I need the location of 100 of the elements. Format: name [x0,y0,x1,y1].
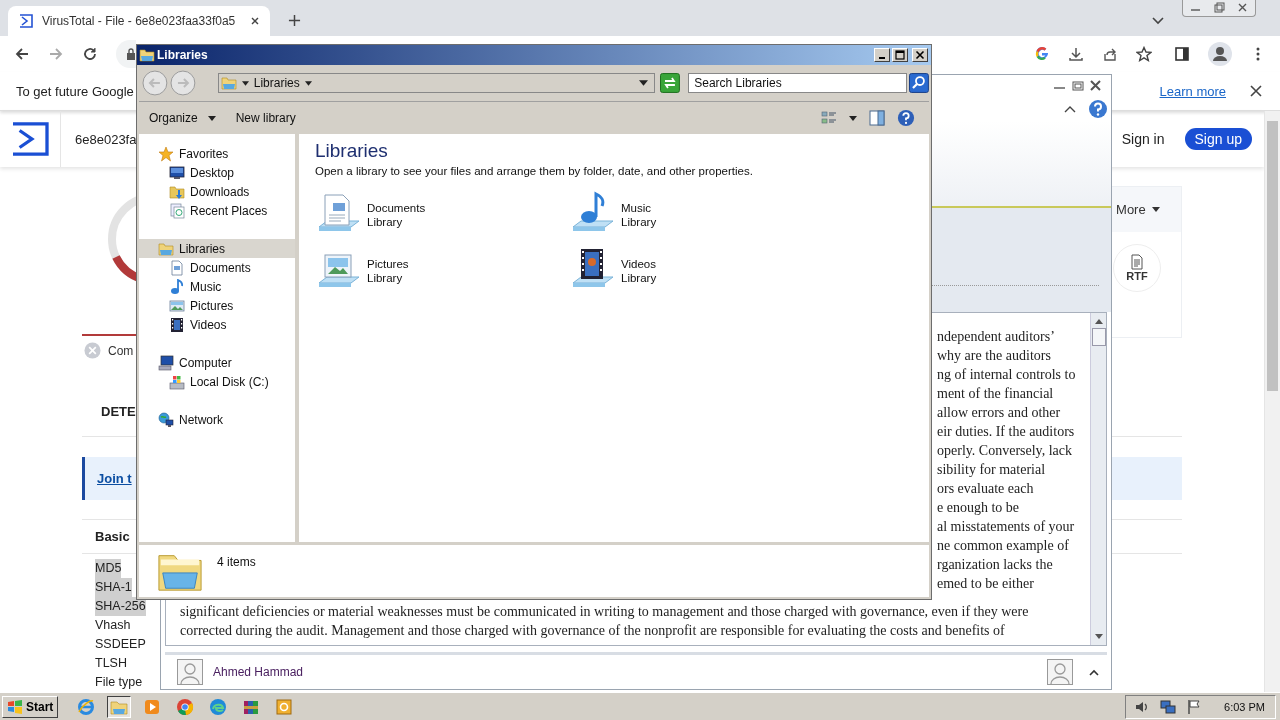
sigma-logo-icon [18,13,34,29]
document-text-line: e enough to be [937,499,1021,518]
tab-title: VirusTotal - File - 6e8e023faa33f0a5 [42,14,237,28]
document-icon [1129,254,1146,270]
window-title: Libraries [157,48,208,62]
nav-item[interactable]: Pictures [139,296,295,315]
reload-icon[interactable] [82,46,98,62]
scrollbar[interactable] [1264,111,1280,692]
close-icon[interactable] [250,16,260,26]
chevron-up-icon[interactable] [1089,668,1099,676]
library-item[interactable]: Documents Library [315,191,569,247]
caret-icon[interactable] [241,80,249,86]
nav-item[interactable]: Music [139,277,295,296]
library-item[interactable]: Pictures Library [315,247,569,303]
property-label: SHA-256 [95,597,146,616]
document-icon [169,259,185,276]
nav-item[interactable]: Videos [139,315,295,334]
nav-item[interactable]: Network [139,410,295,429]
item-count: 4 items [217,555,256,569]
author-name: Ahmed Hammad [213,665,304,680]
breadcrumb-item[interactable]: Libraries [253,76,300,90]
scroll-thumb[interactable] [1091,328,1106,347]
toolbar-button[interactable]: New library [231,109,300,127]
nav-item[interactable]: Downloads [139,182,295,201]
info-text: To get future Google [16,83,134,99]
download-icon[interactable] [1068,46,1084,62]
swirl-icon [209,697,228,716]
nav-item[interactable]: Local Disk (C:) [139,372,295,391]
document-text-line: corrected during the audit. Management and those charged with governance of the nonprofit are responsible for evaluating the costs and benefits of [180,622,1006,641]
side-panel-icon[interactable] [1174,46,1190,62]
document-text-line: rganization lacks the [937,556,1054,575]
caret-icon[interactable] [639,80,649,86]
join-link[interactable]: Join t [97,471,132,486]
file-hash: 6e8e023fa [75,131,137,147]
nav-item[interactable]: Favorites [139,144,295,163]
nav-item[interactable]: Computer [139,353,295,372]
browser-tab[interactable]: VirusTotal - File - 6e8e023faa33f0a5 [8,6,270,36]
page-heading: Libraries [315,140,389,162]
avatar-icon [1047,659,1073,686]
document-text-line: significant deficiencies or material weaknesses must be communicated in writing to management and those charged with governance, even if they were [180,603,1030,622]
nav-item[interactable]: Recent Places [139,201,295,220]
property-label: TLSH [95,655,127,672]
flag-icon[interactable] [1186,698,1203,715]
library-name: Videos [621,257,657,271]
menu-button[interactable]: Organize [145,109,220,127]
arrow-up-icon[interactable] [1093,317,1104,326]
learn-more-link[interactable]: Learn more [1159,83,1226,99]
chevron-up-icon[interactable] [1064,104,1076,113]
refresh-button[interactable] [660,73,681,93]
maximize-button[interactable] [892,48,908,62]
star-icon [158,145,174,162]
plus-icon[interactable] [288,14,301,27]
computer-icon [158,354,174,371]
share-icon[interactable] [1102,46,1118,62]
g-logo-icon[interactable] [1034,46,1050,62]
help-icon[interactable] [1088,98,1108,119]
window-controls[interactable] [1182,0,1256,17]
minimize-button[interactable] [874,48,890,62]
document-text-line: operly. Conversely, lack [937,442,1074,461]
close-icon [915,50,925,60]
nav-item[interactable]: Documents [139,258,295,277]
close-button[interactable] [912,48,928,62]
close-circle-icon [84,342,101,359]
document-stack-icon [169,202,185,219]
folder-icon [139,47,155,63]
back-icon[interactable] [14,46,30,62]
detection-tab[interactable]: DETE [101,404,136,419]
clock: 6:03 PM [1224,700,1265,713]
caret-icon [1151,207,1160,212]
search-field[interactable]: Search Libraries [688,73,908,93]
address-bar[interactable] [116,40,136,68]
library-type: Library [367,271,404,285]
avatar-icon[interactable] [1208,42,1232,66]
sigma-logo-icon[interactable] [11,122,49,156]
close-icon[interactable] [1250,85,1262,97]
property-label: Vhash [95,617,131,634]
flag-logo-icon [7,698,23,715]
network-icon[interactable] [1160,698,1177,715]
star-icon[interactable] [1136,46,1152,62]
property-label: MD5 [95,559,122,578]
music-note-icon [169,278,185,295]
nav-item[interactable]: Libraries [139,239,295,258]
help-icon[interactable] [897,109,915,127]
document-text-line: ment of the financial [937,385,1055,404]
scrollbar[interactable] [1090,313,1106,646]
library-item[interactable]: Videos Library [569,247,823,303]
circle-logo-icon [176,697,195,716]
preview-pane-icon[interactable] [869,110,885,126]
search-button[interactable] [909,73,929,93]
taskbar-button[interactable] [107,695,132,718]
sign-in-link[interactable]: Sign in [1121,131,1165,147]
start-button[interactable]: Start [2,695,59,718]
library-item[interactable]: Music Library [569,191,823,247]
nav-item[interactable]: Desktop [139,163,295,182]
caret-icon[interactable] [304,80,312,86]
chevron-down-icon[interactable] [1152,17,1164,25]
monitor-icon [169,164,185,181]
sign-up-button[interactable]: Sign up [1184,128,1252,150]
address-field[interactable]: Libraries [217,73,656,93]
library-name: Pictures [367,257,409,271]
